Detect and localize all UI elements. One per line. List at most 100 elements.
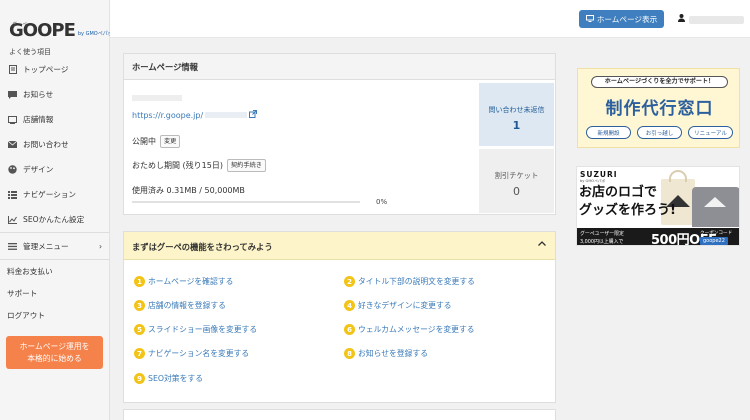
coupon-code: goope22 <box>700 237 728 245</box>
sidebar: グーペ GOOPE by GMOペパボ よく使う項目 トップページ お知らせ 店舗… <box>0 0 113 420</box>
sidebar-item-seo[interactable]: SEOかんたん設定 <box>0 207 109 232</box>
sidebar-item-top-page[interactable]: トップページ <box>0 57 109 82</box>
site-url-text: https://r.goope.jp/ <box>132 110 204 120</box>
unreplied-inquiries-box[interactable]: 問い合わせ未返信 1 <box>479 83 554 146</box>
url-redacted <box>205 112 248 118</box>
production-service-banner[interactable]: ホームページづくりを全力でサポート！ 制作代行窓口 新規開設 お引っ越し リニュ… <box>577 68 740 148</box>
suzuri-banner[interactable]: SUZURI by GMOペパボ お店のロゴで グッズを作ろう! グーペユーザー… <box>576 166 740 246</box>
step-number-badge: 3 <box>134 300 145 311</box>
step-link[interactable]: 6 ウェルカムメッセージを変更する <box>344 324 475 335</box>
logo-wordmark: グーペ GOOPE <box>9 22 76 40</box>
upgrade-promo-button[interactable]: ホームページ運用を 本格的に始める <box>6 336 103 369</box>
step-label: ナビゲーション名を変更する <box>148 349 250 358</box>
pill-renewal: リニューアル <box>688 126 733 139</box>
admin-menu-label: 管理メニュー <box>23 241 69 251</box>
getting-started-header[interactable]: まずはグーペの機能をさわってみよう <box>124 232 555 260</box>
user-menu[interactable] <box>678 14 744 25</box>
step-label: 好きなデザインに変更する <box>358 301 452 310</box>
mountain-logo <box>704 197 726 207</box>
step-link[interactable]: 9 SEO対策をする <box>134 373 203 384</box>
sidebar-item-news[interactable]: お知らせ <box>0 82 109 107</box>
step-link[interactable]: 1 ホームページを確認する <box>134 276 233 287</box>
promo-line-1: ホームページ運用を <box>19 342 90 351</box>
step-number-badge: 4 <box>344 300 355 311</box>
sidebar-item-label: お知らせ <box>23 90 54 99</box>
sidebar-item-shop-info[interactable]: 店舗情報 <box>0 107 109 132</box>
view-homepage-label: ホームページ表示 <box>596 14 658 24</box>
step-link[interactable]: 2 タイトル下部の説明文を変更する <box>344 276 475 287</box>
usage-progress-bar <box>132 201 360 203</box>
step-link[interactable]: 7 ナビゲーション名を変更する <box>134 348 249 359</box>
homepage-info-title: ホームページ情報 <box>124 54 555 80</box>
ticket-count: 0 <box>513 185 520 198</box>
suzuri-brand: SUZURI <box>580 170 618 179</box>
inquiry-count: 1 <box>512 119 521 132</box>
coupon-note-2: 3,000円以上購入で <box>580 239 624 245</box>
sidebar-item-label: お問い合わせ <box>23 140 69 149</box>
mail-icon <box>8 140 17 149</box>
pill-new: 新規開設 <box>586 126 631 139</box>
usage-text: 使用済み 0.31MB / 50,000MB <box>132 186 245 195</box>
sidebar-item-label: トップページ <box>23 65 69 74</box>
step-label: お知らせを登録する <box>358 349 429 358</box>
sidebar-link-logout[interactable]: ログアウト <box>0 304 109 326</box>
chat-icon <box>8 90 17 99</box>
step-link[interactable]: 8 お知らせを登録する <box>344 348 428 359</box>
user-name-redacted <box>689 15 744 24</box>
list-icon <box>8 190 17 199</box>
step-number-badge: 9 <box>134 373 145 384</box>
suzuri-headline-1: お店のロゴで <box>579 185 658 200</box>
sidebar-item-label: SEOかんたん設定 <box>23 215 85 224</box>
usage-percent: 0% <box>376 198 388 206</box>
tote-handle <box>669 170 687 182</box>
contract-button[interactable]: 契約手続き <box>226 159 266 172</box>
sidebar-link-support[interactable]: サポート <box>0 282 109 304</box>
step-label: SEO対策をする <box>148 374 203 383</box>
publish-status-row: 公開中 変更 <box>132 135 181 148</box>
step-link[interactable]: 5 スライドショー画像を変更する <box>134 324 257 335</box>
trial-row: おためし期間 (残り15日) 契約手続き <box>132 159 266 172</box>
chevron-right-icon: › <box>98 241 102 251</box>
shop-icon <box>8 115 17 124</box>
user-icon <box>678 14 685 25</box>
step-number-badge: 2 <box>344 276 355 287</box>
step-number-badge: 8 <box>344 348 355 359</box>
step-number-badge: 6 <box>344 324 355 335</box>
sidebar-item-design[interactable]: デザイン <box>0 157 109 182</box>
monitor-icon <box>585 14 594 24</box>
step-label: ウェルカムメッセージを変更する <box>358 325 475 334</box>
change-status-button[interactable]: 変更 <box>160 135 181 148</box>
view-homepage-button[interactable]: ホームページ表示 <box>579 10 664 28</box>
palette-icon <box>8 165 17 174</box>
logo-kana: グーペ <box>12 22 28 28</box>
step-link[interactable]: 3 店舗の情報を登録する <box>134 300 226 311</box>
step-link[interactable]: 4 好きなデザインに変更する <box>344 300 452 311</box>
site-name-redacted <box>132 95 182 101</box>
discount-ticket-box[interactable]: 割引チケット 0 <box>479 149 554 213</box>
getting-started-title: まずはグーペの機能をさわってみよう <box>132 242 273 252</box>
step-number-badge: 7 <box>134 348 145 359</box>
step-label: タイトル下部の説明文を変更する <box>358 277 475 286</box>
production-tagline: ホームページづくりを全力でサポート！ <box>591 76 728 88</box>
step-label: スライドショー画像を変更する <box>148 325 258 334</box>
sidebar-item-label: 店舗情報 <box>23 115 54 124</box>
pill-move: お引っ越し <box>637 126 682 139</box>
step-label: 店舗の情報を登録する <box>148 301 226 310</box>
sidebar-link-billing[interactable]: 料金お支払い <box>0 260 109 282</box>
ticket-label: 割引チケット <box>494 171 539 180</box>
goope-logo[interactable]: グーペ GOOPE by GMOペパボ <box>0 0 113 40</box>
step-label: ホームページを確認する <box>148 277 234 286</box>
promo-line-2: 本格的に始める <box>27 353 82 363</box>
chart-icon <box>8 215 17 224</box>
coupon-note-1: グーペユーザー限定 <box>580 231 624 237</box>
site-url-link[interactable]: https://r.goope.jp/ <box>132 110 258 120</box>
sidebar-item-label: デザイン <box>23 165 54 174</box>
admin-menu-toggle[interactable]: 管理メニュー › <box>0 233 109 259</box>
sidebar-item-navigation[interactable]: ナビゲーション <box>0 182 109 207</box>
coupon-strip: グーペユーザー限定 3,000円以上購入で 500円OFF クーポンコード go… <box>577 228 739 245</box>
section-label: よく使う項目 <box>9 48 51 56</box>
trial-period: おためし期間 (残り15日) <box>132 161 223 170</box>
sidebar-item-contact[interactable]: お問い合わせ <box>0 132 109 157</box>
step-number-badge: 5 <box>134 324 145 335</box>
next-card <box>123 409 556 420</box>
